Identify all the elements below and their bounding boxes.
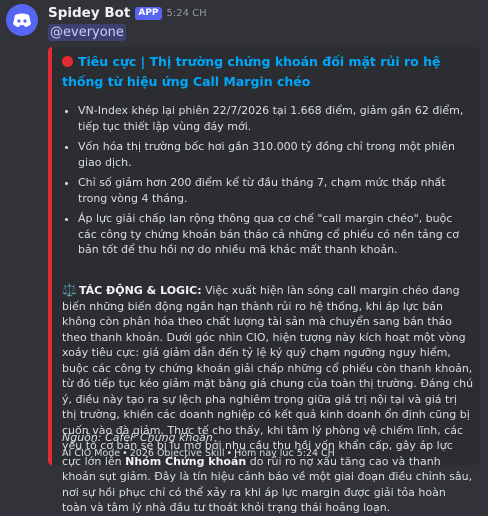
footer-mode: AI CIO Mode — [62, 448, 121, 459]
footer-separator: • — [122, 448, 128, 459]
discord-logo-icon — [13, 13, 31, 27]
bullet-item: Chỉ số giảm hơn 200 điểm kể từ đầu tháng… — [78, 175, 474, 206]
analysis-label: TÁC ĐỘNG & LOGIC: — [78, 284, 202, 297]
bullet-item: VN-Index khép lại phiên 22/7/2026 tại 1.… — [78, 103, 474, 134]
embed-footer: AI CIO Mode • 2026 Objective Skill • Hôm nay… — [62, 448, 335, 459]
app-badge: APP — [135, 6, 162, 20]
bullet-item: Áp lực giải chấp lan rộng thông qua cơ c… — [78, 211, 474, 258]
red-circle-icon — [62, 56, 73, 67]
bullet-item: Vốn hóa thị trường bốc hơi gần 310.000 t… — [78, 139, 474, 170]
message-header: Spidey Bot APP 5:24 CH — [48, 4, 207, 22]
bullet-list: VN-Index khép lại phiên 22/7/2026 tại 1.… — [62, 103, 474, 263]
embed-source: Nguồn: CafeF Chứng khoán — [62, 431, 213, 444]
bot-avatar[interactable] — [6, 4, 38, 36]
author-name[interactable]: Spidey Bot — [48, 5, 130, 21]
footer-time: Hôm nay lúc 5:24 CH — [234, 448, 335, 459]
embed-title-link[interactable]: Tiêu cực | Thị trường chứng khoán đối mặ… — [62, 52, 472, 92]
footer-skill: 2026 Objective Skill — [129, 448, 225, 459]
message-timestamp[interactable]: 5:24 CH — [167, 8, 207, 19]
everyone-mention[interactable]: @everyone — [48, 24, 126, 41]
embed-title-text[interactable]: Tiêu cực | Thị trường chứng khoán đối mặ… — [62, 54, 440, 89]
impact-analysis: ⚖️ TÁC ĐỘNG & LOGIC: Việc xuất hiện làn s… — [62, 283, 474, 516]
footer-separator: • — [226, 448, 233, 459]
scales-icon: ⚖️ — [62, 283, 77, 297]
news-embed: Tiêu cực | Thị trường chứng khoán đối mặ… — [48, 47, 480, 514]
